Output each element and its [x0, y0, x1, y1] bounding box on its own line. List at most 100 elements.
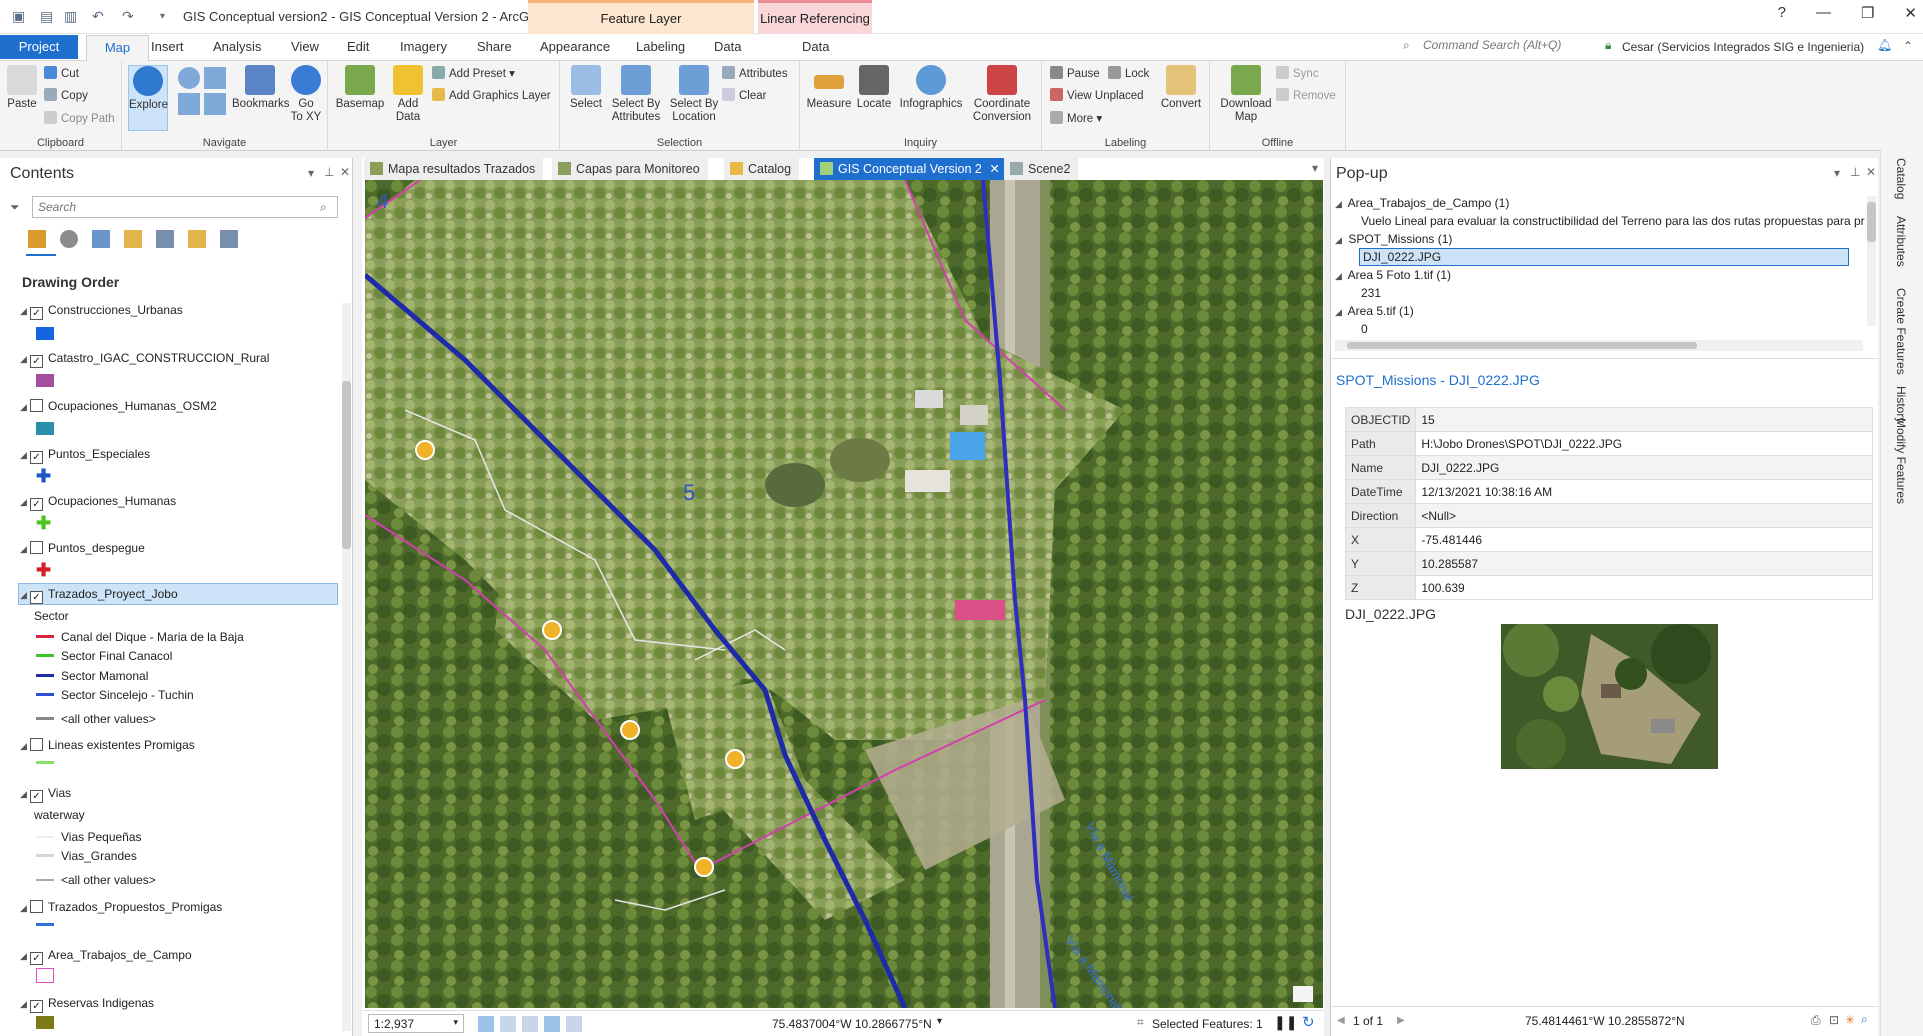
list-by-selection-icon[interactable] — [92, 230, 110, 248]
tab-capas-monitoreo[interactable]: Capas para Monitoreo — [552, 158, 708, 180]
map-tips-icon[interactable] — [1293, 986, 1313, 1002]
list-by-source-icon[interactable] — [60, 230, 78, 248]
flash-icon[interactable]: ✳ — [1845, 1013, 1855, 1027]
layer-checkbox[interactable]: ✓ — [30, 591, 43, 604]
tab-mapa-resultados[interactable]: Mapa resultados Trazados — [364, 158, 544, 180]
close-pane-icon[interactable]: ✕ — [340, 165, 350, 179]
layer-trazados-propuestos[interactable]: ◢ Trazados_Propuestos_Promigas — [20, 900, 222, 914]
layer-checkbox[interactable]: ✓ — [30, 790, 43, 803]
locate-button[interactable]: Locate — [854, 65, 894, 111]
tree-leaf[interactable]: 231 — [1361, 286, 1381, 300]
goto-xy-button[interactable]: Go To XY — [288, 65, 324, 124]
camera-marker-icon[interactable] — [725, 749, 745, 769]
layer-checkbox[interactable]: ✓ — [30, 952, 43, 965]
tab-share[interactable]: Share — [477, 39, 512, 54]
tree-node-area5-foto1[interactable]: ◢ Area 5 Foto 1.tif (1) — [1335, 268, 1451, 282]
grid-icon[interactable] — [522, 1016, 538, 1032]
refresh-icon[interactable]: ↻ — [1302, 1013, 1315, 1031]
tab-map[interactable]: Map — [86, 35, 149, 61]
layer-checkbox[interactable]: ✓ — [30, 307, 43, 320]
layer-puntos-especiales[interactable]: ◢ ✓ Puntos_Especiales — [20, 447, 150, 464]
tab-view[interactable]: View — [291, 39, 319, 54]
redo-icon[interactable]: ↷ — [122, 8, 134, 25]
copy-path-button[interactable]: Copy Path — [44, 111, 115, 125]
tree-node-area-trabajos[interactable]: ◢ Area_Trabajos_de_Campo (1) — [1335, 196, 1509, 210]
grid-icon[interactable] — [500, 1016, 516, 1032]
camera-marker-icon[interactable] — [620, 720, 640, 740]
tree-h-scrollbar[interactable] — [1335, 340, 1863, 351]
layer-area-trabajos[interactable]: ◢ ✓ Area_Trabajos_de_Campo — [20, 948, 192, 965]
dock-tab-modify-features[interactable]: Modify Features — [1894, 418, 1908, 504]
tab-data[interactable]: Data — [714, 39, 741, 54]
notification-icon[interactable]: 🔔︎ — [1877, 38, 1892, 52]
close-icon[interactable]: ✕ — [1904, 4, 1917, 22]
sync-button[interactable]: Sync — [1276, 66, 1319, 80]
dock-tab-catalog[interactable]: Catalog — [1894, 158, 1908, 199]
help-icon[interactable]: ? — [1778, 4, 1786, 22]
add-data-button[interactable]: Add Data — [390, 65, 426, 124]
remove-button[interactable]: Remove — [1276, 88, 1336, 102]
convert-button[interactable]: Convert — [1158, 65, 1204, 111]
user-account[interactable]: Cesar (Servicios Integrados SIG e Ingeni… — [1622, 40, 1864, 54]
tab-imagery[interactable]: Imagery — [400, 39, 447, 54]
layer-lineas-promigas[interactable]: ◢ Lineas existentes Promigas — [20, 738, 195, 752]
paste-button[interactable]: Paste — [6, 65, 38, 111]
coordinate-conversion-button[interactable]: Coordinate Conversion — [966, 65, 1038, 124]
scroll-thumb[interactable] — [1347, 342, 1697, 349]
view-unplaced-button[interactable]: View Unplaced — [1050, 88, 1144, 102]
tab-project[interactable]: Project — [0, 35, 78, 59]
tab-catalog[interactable]: Catalog — [724, 158, 800, 180]
dock-tab-create-features[interactable]: Create Features — [1894, 288, 1908, 375]
layer-checkbox[interactable] — [30, 399, 43, 412]
undo-icon[interactable]: ↶ — [92, 8, 104, 25]
open-icon[interactable]: ▤ — [40, 8, 53, 25]
customize-qat-icon[interactable]: ▾ — [160, 11, 165, 22]
list-by-perspective-icon[interactable] — [220, 230, 238, 248]
scroll-thumb[interactable] — [1867, 202, 1876, 242]
selected-features-count[interactable]: Selected Features: 1 — [1152, 1017, 1263, 1031]
cut-button[interactable]: Cut — [44, 66, 79, 80]
measure-button[interactable]: Measure — [806, 65, 852, 111]
layer-checkbox[interactable] — [30, 541, 43, 554]
layer-checkbox[interactable]: ✓ — [30, 355, 43, 368]
copy-button[interactable]: Copy — [44, 88, 88, 102]
minimize-icon[interactable]: — — [1816, 4, 1831, 22]
select-button[interactable]: Select — [568, 65, 604, 111]
camera-marker-icon[interactable] — [694, 857, 714, 877]
coord-format-dropdown-icon[interactable]: ▾ — [937, 1016, 942, 1027]
add-graphics-layer-button[interactable]: Add Graphics Layer — [432, 88, 551, 102]
scale-selector[interactable]: 1:2,937 ▾ — [368, 1014, 464, 1033]
full-extent-icon[interactable] — [178, 67, 200, 89]
pane-options-icon[interactable]: ▾ — [1834, 166, 1840, 180]
zoom-to-icon[interactable]: ⌕ — [1861, 1012, 1868, 1027]
clear-selection-button[interactable]: Clear — [722, 88, 766, 102]
tab-edit[interactable]: Edit — [347, 39, 369, 54]
layer-vias[interactable]: ◢ ✓ Vias — [20, 786, 71, 803]
camera-marker-icon[interactable] — [542, 620, 562, 640]
list-by-labeling-icon[interactable] — [188, 230, 206, 248]
snapping-icon[interactable] — [544, 1016, 560, 1032]
list-by-editing-icon[interactable] — [124, 230, 142, 248]
previous-feature-icon[interactable]: ◀ — [1337, 1015, 1345, 1026]
tab-analysis[interactable]: Analysis — [213, 39, 261, 54]
list-by-snapping-icon[interactable] — [156, 230, 174, 248]
tree-leaf-selected[interactable]: DJI_0222.JPG — [1359, 248, 1849, 266]
collapse-ribbon-icon[interactable]: ⌃ — [1903, 39, 1913, 53]
tab-labeling[interactable]: Labeling — [636, 39, 685, 54]
lock-labels-button[interactable]: Lock — [1108, 66, 1149, 80]
tree-node-area5[interactable]: ◢ Area 5.tif (1) — [1335, 304, 1414, 318]
dock-tab-attributes[interactable]: Attributes — [1894, 216, 1908, 267]
pin-icon[interactable]: ⊥ — [1850, 165, 1860, 179]
layer-ocupaciones-osm2[interactable]: ◢ Ocupaciones_Humanas_OSM2 — [20, 399, 217, 413]
camera-marker-icon[interactable] — [415, 440, 435, 460]
tab-scene2[interactable]: Scene2 — [1004, 158, 1079, 180]
layer-catastro-igac[interactable]: ◢ ✓ Catastro_IGAC_CONSTRUCCION_Rural — [20, 351, 269, 368]
tree-leaf[interactable]: Vuelo Lineal para evaluar la constructib… — [1361, 214, 1865, 228]
next-feature-icon[interactable]: ▶ — [1397, 1015, 1405, 1026]
tree-v-scrollbar[interactable] — [1867, 196, 1876, 326]
select-by-attributes-button[interactable]: Select By Attributes — [608, 65, 664, 124]
save-icon[interactable]: ▥ — [64, 8, 77, 25]
attributes-button[interactable]: Attributes — [722, 66, 788, 80]
select-by-location-button[interactable]: Select By Location — [666, 65, 722, 124]
constraints-icon[interactable] — [566, 1016, 582, 1032]
